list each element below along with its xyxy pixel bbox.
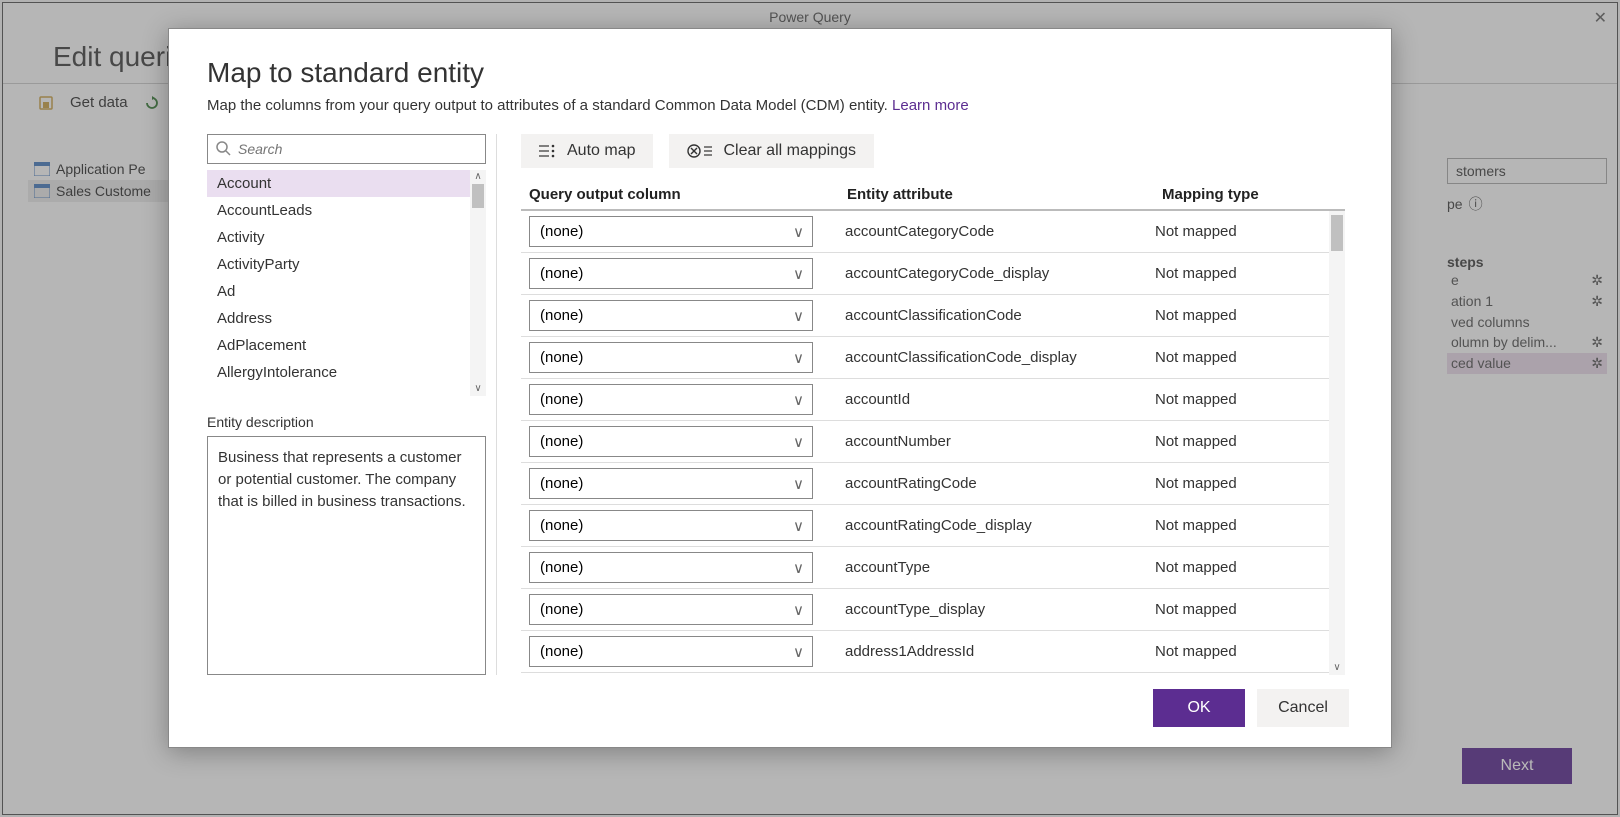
entity-attribute: accountClassificationCode_display	[845, 349, 1155, 366]
mapping-row: (none)∨ accountNumber Not mapped	[521, 421, 1345, 463]
entity-attribute: accountType	[845, 559, 1155, 576]
mapping-type: Not mapped	[1155, 265, 1237, 282]
chevron-down-icon: ∨	[793, 517, 804, 535]
chevron-down-icon: ∨	[793, 265, 804, 283]
entity-attribute: accountCategoryCode_display	[845, 265, 1155, 282]
chevron-down-icon: ∨	[793, 391, 804, 409]
entity-scrollbar[interactable]: ∧ ∨	[470, 170, 486, 396]
map-to-standard-entity-dialog: Map to standard entity Map the columns f…	[168, 28, 1392, 748]
mapping-row: (none)∨ accountRatingCode Not mapped	[521, 463, 1345, 505]
query-column-dropdown[interactable]: (none)∨	[529, 426, 813, 457]
mapping-scrollbar[interactable]: ∨	[1329, 211, 1345, 675]
entity-item[interactable]: ActivityParty	[207, 251, 486, 278]
mapping-row: (none)∨ accountCategoryCode_display Not …	[521, 253, 1345, 295]
dialog-footer: OK Cancel	[169, 675, 1391, 747]
scroll-thumb[interactable]	[1331, 215, 1343, 251]
query-column-dropdown[interactable]: (none)∨	[529, 594, 813, 625]
header-entity-attribute: Entity attribute	[847, 186, 1162, 203]
query-column-dropdown[interactable]: (none)∨	[529, 468, 813, 499]
mapping-type: Not mapped	[1155, 601, 1237, 618]
entity-attribute: accountClassificationCode	[845, 307, 1155, 324]
mapping-type: Not mapped	[1155, 223, 1237, 240]
entity-list[interactable]: Account AccountLeads Activity ActivityPa…	[207, 170, 486, 396]
mapping-row: (none)∨ accountCategoryCode Not mapped	[521, 211, 1345, 253]
entity-attribute: address1AddressId	[845, 643, 1155, 660]
entity-item[interactable]: AccountLeads	[207, 197, 486, 224]
header-query-output: Query output column	[529, 186, 847, 203]
mapping-row: (none)∨ accountType Not mapped	[521, 547, 1345, 589]
query-column-dropdown[interactable]: (none)∨	[529, 216, 813, 247]
mapping-type: Not mapped	[1155, 643, 1237, 660]
ok-button[interactable]: OK	[1153, 689, 1245, 727]
auto-map-button[interactable]: Auto map	[521, 134, 653, 168]
entity-item[interactable]: Ad	[207, 278, 486, 305]
query-column-dropdown[interactable]: (none)∨	[529, 510, 813, 541]
query-column-dropdown[interactable]: (none)∨	[529, 552, 813, 583]
auto-map-icon	[539, 143, 557, 159]
entity-attribute: accountNumber	[845, 433, 1155, 450]
header-mapping-type: Mapping type	[1162, 186, 1345, 203]
entity-attribute: accountRatingCode_display	[845, 517, 1155, 534]
clear-icon	[687, 143, 713, 159]
query-column-dropdown[interactable]: (none)∨	[529, 300, 813, 331]
chevron-down-icon: ∨	[793, 643, 804, 661]
mapping-row: (none)∨ accountId Not mapped	[521, 379, 1345, 421]
mapping-row: (none)∨ address1AddressId Not mapped	[521, 631, 1345, 673]
entity-search-input[interactable]	[207, 134, 486, 164]
chevron-down-icon: ∨	[793, 433, 804, 451]
scroll-down-icon[interactable]: ∨	[1333, 662, 1340, 673]
chevron-down-icon: ∨	[793, 223, 804, 241]
search-icon	[215, 140, 231, 156]
entity-description-box: Business that represents a customer or p…	[207, 436, 486, 675]
mapping-row: (none)∨ accountType_display Not mapped	[521, 589, 1345, 631]
mapping-type: Not mapped	[1155, 433, 1237, 450]
cancel-button[interactable]: Cancel	[1257, 689, 1349, 727]
mapping-type: Not mapped	[1155, 349, 1237, 366]
query-column-dropdown[interactable]: (none)∨	[529, 258, 813, 289]
query-column-dropdown[interactable]: (none)∨	[529, 384, 813, 415]
entity-attribute: accountCategoryCode	[845, 223, 1155, 240]
clear-all-mappings-button[interactable]: Clear all mappings	[669, 134, 874, 168]
mapping-type: Not mapped	[1155, 475, 1237, 492]
entity-item[interactable]: AllergyIntolerance	[207, 359, 486, 386]
entity-description-label: Entity description	[207, 414, 486, 430]
mapping-row: (none)∨ accountClassificationCode Not ma…	[521, 295, 1345, 337]
mapping-type: Not mapped	[1155, 391, 1237, 408]
chevron-down-icon: ∨	[793, 601, 804, 619]
mapping-row: (none)∨ accountRatingCode_display Not ma…	[521, 505, 1345, 547]
scroll-up-icon[interactable]: ∧	[474, 170, 481, 184]
mapping-row: (none)∨ accountClassificationCode_displa…	[521, 337, 1345, 379]
mapping-type: Not mapped	[1155, 517, 1237, 534]
entity-attribute: accountType_display	[845, 601, 1155, 618]
entity-attribute: accountId	[845, 391, 1155, 408]
query-column-dropdown[interactable]: (none)∨	[529, 636, 813, 667]
entity-item[interactable]: Address	[207, 305, 486, 332]
learn-more-link[interactable]: Learn more	[892, 97, 969, 114]
chevron-down-icon: ∨	[793, 307, 804, 325]
mapping-table-header: Query output column Entity attribute Map…	[521, 182, 1345, 211]
scroll-down-icon[interactable]: ∨	[474, 382, 481, 396]
dialog-description: Map the columns from your query output t…	[207, 97, 1353, 114]
dialog-title: Map to standard entity	[207, 57, 1353, 89]
chevron-down-icon: ∨	[793, 475, 804, 493]
mapping-type: Not mapped	[1155, 307, 1237, 324]
chevron-down-icon: ∨	[793, 349, 804, 367]
chevron-down-icon: ∨	[793, 559, 804, 577]
entity-item-account[interactable]: Account	[207, 170, 486, 197]
entity-item[interactable]: AdPlacement	[207, 332, 486, 359]
mapping-type: Not mapped	[1155, 559, 1237, 576]
mapping-rows: (none)∨ accountCategoryCode Not mapped (…	[521, 211, 1345, 675]
query-column-dropdown[interactable]: (none)∨	[529, 342, 813, 373]
entity-item[interactable]: Activity	[207, 224, 486, 251]
scroll-thumb[interactable]	[472, 184, 484, 208]
entity-attribute: accountRatingCode	[845, 475, 1155, 492]
